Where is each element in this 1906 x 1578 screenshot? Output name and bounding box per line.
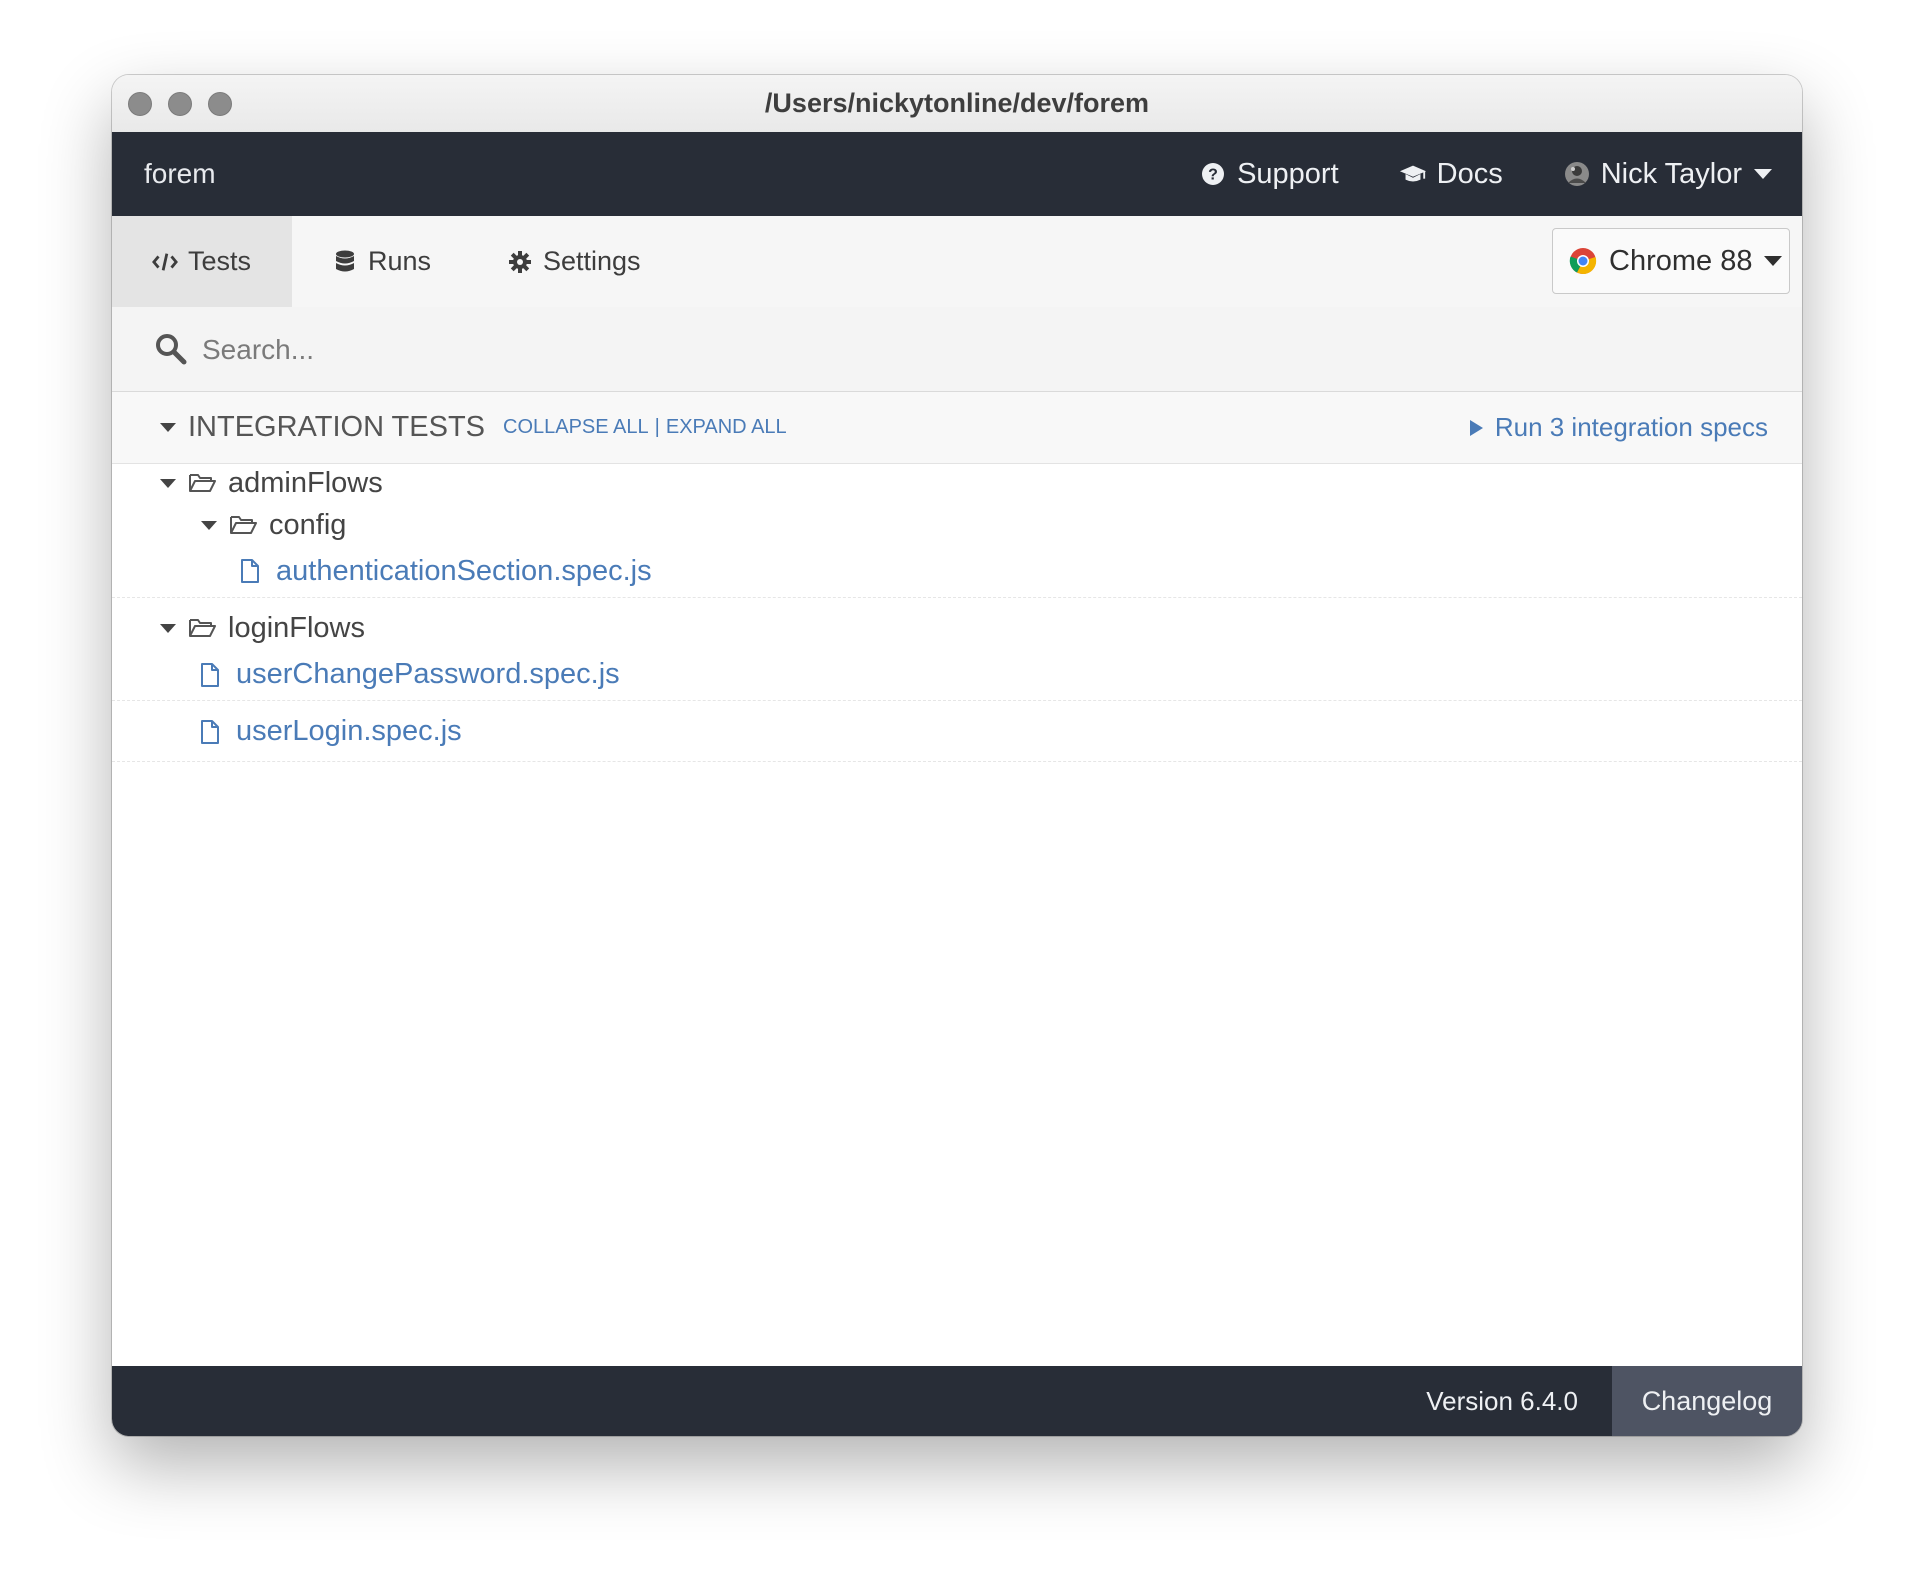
docs-label: Docs — [1436, 157, 1503, 190]
user-name: Nick Taylor — [1600, 157, 1742, 190]
file-icon — [196, 718, 224, 746]
tabs-bar: Tests Runs Settings Chrome 88 — [112, 216, 1802, 308]
tab-tests[interactable]: Tests — [112, 216, 292, 307]
folder-row[interactable]: config — [112, 505, 1802, 545]
expand-all-link[interactable]: EXPAND ALL — [666, 416, 787, 439]
tab-runs[interactable]: Runs — [292, 216, 471, 307]
changelog-button[interactable]: Changelog — [1612, 1366, 1802, 1436]
folder-open-icon — [229, 511, 257, 539]
integration-tests-header: INTEGRATION TESTS COLLAPSE ALL | EXPAND … — [112, 392, 1802, 464]
tab-runs-label: Runs — [368, 246, 432, 276]
spec-row[interactable]: userLogin.spec.js — [112, 702, 1802, 762]
top-nav-links: ? Support Docs Nick Taylor — [1199, 132, 1772, 216]
docs-link[interactable]: Docs — [1399, 158, 1503, 191]
database-icon — [332, 249, 358, 275]
chrome-icon — [1569, 247, 1597, 275]
caret-down-icon — [160, 478, 176, 488]
search-input[interactable] — [200, 321, 1604, 379]
support-link[interactable]: ? Support — [1199, 158, 1339, 191]
version-label: Version 6.4.0 — [1426, 1386, 1578, 1416]
file-icon — [196, 661, 224, 689]
chevron-down-icon — [1764, 256, 1783, 266]
gear-icon — [507, 249, 533, 275]
folder-open-icon — [188, 469, 216, 497]
section-toggle[interactable]: INTEGRATION TESTS — [160, 392, 485, 463]
code-icon — [152, 249, 178, 275]
footer-bar: Version 6.4.0 Changelog — [112, 1366, 1802, 1436]
spec-link[interactable]: userLogin.spec.js — [236, 715, 462, 748]
search-bar — [112, 307, 1802, 392]
spec-row[interactable]: authenticationSection.spec.js — [112, 545, 1802, 598]
graduation-cap-icon — [1399, 160, 1427, 188]
run-all-specs-button[interactable]: Run 3 integration specs — [1469, 392, 1768, 463]
spec-row[interactable]: userChangePassword.spec.js — [112, 649, 1802, 701]
tab-tests-label: Tests — [188, 246, 252, 276]
chevron-down-icon — [1754, 169, 1772, 179]
caret-down-icon — [201, 520, 217, 530]
spec-link[interactable]: authenticationSection.spec.js — [276, 555, 652, 588]
top-nav: forem ? Support Docs Nick Taylor — [112, 132, 1802, 216]
avatar — [1563, 160, 1591, 188]
app-window: /Users/nickytonline/dev/forem forem ? Su… — [112, 75, 1802, 1436]
caret-down-icon — [160, 423, 176, 432]
window-title: /Users/nickytonline/dev/forem — [764, 88, 1150, 118]
question-circle-icon: ? — [1199, 160, 1227, 188]
user-menu[interactable]: Nick Taylor — [1563, 158, 1772, 191]
spec-link[interactable]: userChangePassword.spec.js — [236, 658, 620, 691]
browser-selector[interactable]: Chrome 88 — [1552, 228, 1790, 294]
caret-down-icon — [160, 623, 176, 633]
file-icon — [236, 557, 264, 585]
folder-name: adminFlows — [228, 466, 383, 499]
collapse-all-link[interactable]: COLLAPSE ALL — [503, 416, 649, 439]
folder-row[interactable]: loginFlows — [112, 607, 1802, 649]
section-title: INTEGRATION TESTS — [188, 411, 486, 443]
folder-row[interactable]: adminFlows — [112, 463, 1802, 503]
run-specs-label: Run 3 integration specs — [1494, 412, 1768, 442]
tab-settings-label: Settings — [543, 246, 641, 276]
browser-label: Chrome 88 — [1609, 244, 1753, 277]
support-label: Support — [1237, 157, 1339, 190]
search-icon — [154, 332, 188, 366]
svg-text:?: ? — [1208, 167, 1218, 184]
title-bar: /Users/nickytonline/dev/forem — [112, 75, 1802, 133]
play-icon — [1469, 419, 1483, 436]
folder-name: loginFlows — [228, 611, 365, 644]
tab-settings[interactable]: Settings — [467, 216, 681, 307]
link-separator: | — [654, 416, 660, 438]
project-name: forem — [144, 158, 216, 189]
section-links: COLLAPSE ALL | EXPAND ALL — [503, 392, 787, 463]
folder-name: config — [269, 508, 347, 541]
folder-open-icon — [188, 614, 216, 642]
